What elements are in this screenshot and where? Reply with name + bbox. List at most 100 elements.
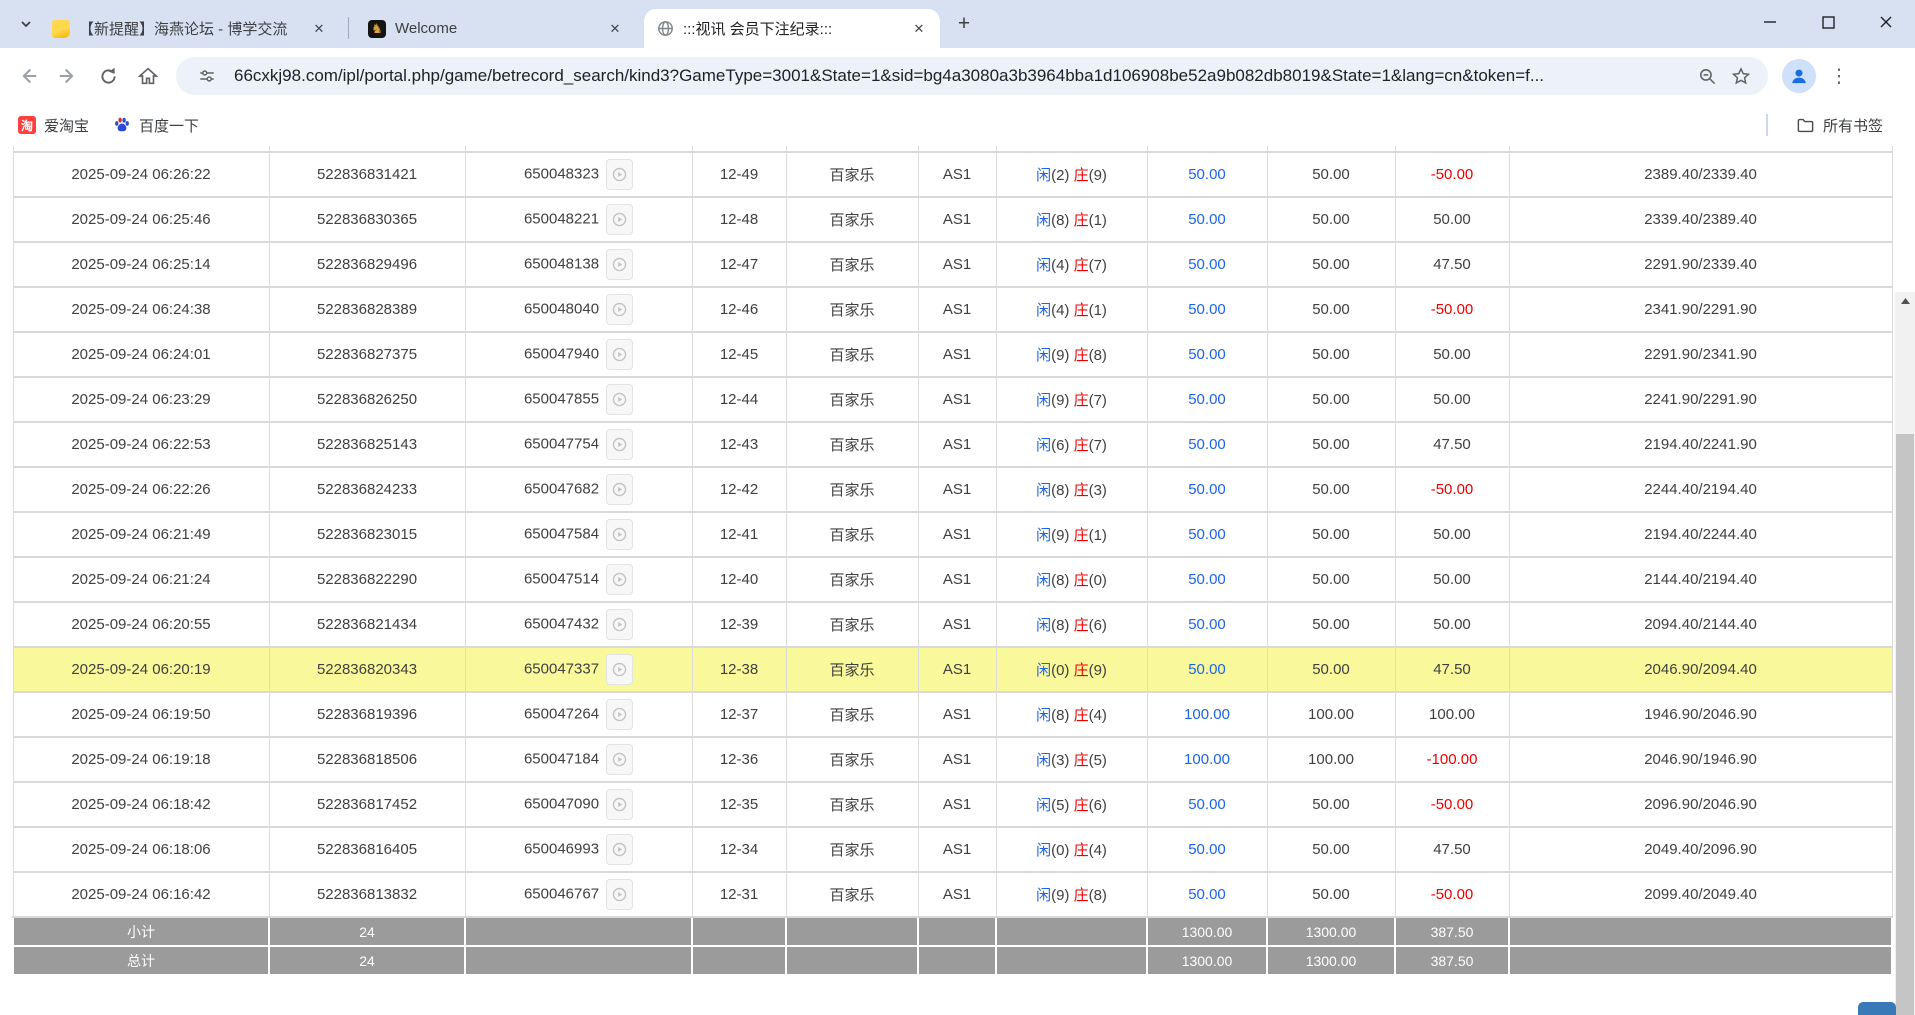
- bet-amount-cell[interactable]: 50.00: [1147, 647, 1267, 692]
- bet-id-cell: 522836827375: [269, 332, 465, 377]
- win-loss-cell: -50.00: [1395, 152, 1509, 197]
- win-loss-cell: 50.00: [1395, 557, 1509, 602]
- round-number-cell: 12-40: [692, 557, 786, 602]
- bookmark-star-icon[interactable]: [1724, 59, 1758, 93]
- game-name-cell: 百家乐: [786, 827, 918, 872]
- bet-time-cell: 2025-09-24 06:21:49: [13, 512, 269, 557]
- bet-amount-cell[interactable]: 50.00: [1147, 242, 1267, 287]
- back-to-top-button[interactable]: [1858, 1002, 1896, 1015]
- bet-id-cell: 522836828389: [269, 287, 465, 332]
- window-maximize-button[interactable]: [1799, 0, 1857, 44]
- valid-amount-cell: 100.00: [1267, 692, 1395, 737]
- scrollbar-thumb[interactable]: [1896, 434, 1914, 1015]
- address-bar[interactable]: 66cxkj98.com/ipl/portal.php/game/betreco…: [176, 57, 1768, 95]
- bet-amount-cell[interactable]: 50.00: [1147, 152, 1267, 197]
- profile-avatar[interactable]: [1782, 59, 1816, 93]
- tab-search-chevron-icon[interactable]: [12, 10, 40, 38]
- bet-amount-cell[interactable]: 50.00: [1147, 377, 1267, 422]
- tab-bet-records-active[interactable]: :::视讯 会员下注纪录::: ✕: [644, 9, 940, 48]
- bet-detail-cell: 闲(3) 庄(5): [996, 737, 1147, 782]
- bet-amount-cell[interactable]: 50.00: [1147, 332, 1267, 377]
- home-icon[interactable]: [128, 56, 168, 96]
- valid-amount-cell: 50.00: [1267, 242, 1395, 287]
- chrome-menu-icon[interactable]: ⋮: [1822, 59, 1856, 93]
- bet-amount-cell[interactable]: 50.00: [1147, 827, 1267, 872]
- round-id-cell: 650048221: [465, 197, 692, 242]
- table-name-cell: AS1: [918, 512, 996, 557]
- balance-cell: 2291.90/2341.90: [1509, 332, 1892, 377]
- window-close-button[interactable]: [1857, 0, 1915, 44]
- bet-amount-cell[interactable]: 50.00: [1147, 872, 1267, 917]
- video-replay-icon[interactable]: [606, 879, 633, 910]
- video-replay-icon[interactable]: [606, 474, 633, 505]
- video-replay-icon[interactable]: [606, 429, 633, 460]
- total-valid-cell: 1300.00: [1267, 917, 1395, 946]
- table-name-cell: AS1: [918, 242, 996, 287]
- url-text[interactable]: 66cxkj98.com/ipl/portal.php/game/betreco…: [234, 66, 1690, 86]
- tab-title: 【新提醒】海燕论坛 - 博学交流: [79, 18, 299, 39]
- bet-detail-cell: 闲(8) 庄(6): [996, 602, 1147, 647]
- bet-amount-cell[interactable]: 50.00: [1147, 512, 1267, 557]
- zoom-level-icon[interactable]: [1690, 59, 1724, 93]
- video-replay-icon[interactable]: [606, 339, 633, 370]
- valid-amount-cell: 50.00: [1267, 512, 1395, 557]
- bet-record-row: 2025-09-24 06:22:53522836825143650047754…: [13, 422, 1892, 467]
- round-id-cell: 650046767: [465, 872, 692, 917]
- bet-amount-cell[interactable]: 50.00: [1147, 197, 1267, 242]
- reload-icon[interactable]: [88, 56, 128, 96]
- bet-time-cell: 2025-09-24 06:21:24: [13, 557, 269, 602]
- bet-amount-cell[interactable]: 50.00: [1147, 557, 1267, 602]
- bet-amount-cell[interactable]: 100.00: [1147, 737, 1267, 782]
- back-icon[interactable]: [8, 56, 48, 96]
- video-replay-icon[interactable]: [606, 519, 633, 550]
- vertical-scrollbar[interactable]: [1895, 292, 1915, 1015]
- video-replay-icon[interactable]: [606, 564, 633, 595]
- video-replay-icon[interactable]: [606, 384, 633, 415]
- window-minimize-button[interactable]: [1741, 0, 1799, 44]
- bookmark-baidu[interactable]: 百度一下: [101, 110, 211, 140]
- tab-welcome[interactable]: ♞ Welcome ✕: [356, 9, 636, 48]
- bet-detail-cell: 闲(8) 庄(1): [996, 197, 1147, 242]
- video-replay-icon[interactable]: [606, 654, 633, 685]
- tab-close-icon[interactable]: ✕: [308, 18, 330, 40]
- forward-icon[interactable]: [48, 56, 88, 96]
- video-replay-icon[interactable]: [606, 834, 633, 865]
- video-replay-icon[interactable]: [606, 609, 633, 640]
- all-bookmarks-button[interactable]: 所有书签: [1784, 110, 1895, 140]
- bet-amount-cell[interactable]: 50.00: [1147, 782, 1267, 827]
- video-replay-icon[interactable]: [606, 204, 633, 235]
- bet-id-cell: 522836816405: [269, 827, 465, 872]
- round-id-cell: 650047940: [465, 332, 692, 377]
- bet-id-cell: 522836820343: [269, 647, 465, 692]
- bet-amount-cell[interactable]: 50.00: [1147, 602, 1267, 647]
- bet-detail-cell: 闲(0) 庄(9): [996, 647, 1147, 692]
- scrollbar-up-arrow-icon[interactable]: [1895, 292, 1915, 310]
- bet-amount-cell[interactable]: 100.00: [1147, 692, 1267, 737]
- bookmark-aitaobao[interactable]: 淘 爱淘宝: [6, 110, 101, 140]
- bet-time-cell: 2025-09-24 06:20:19: [13, 647, 269, 692]
- game-name-cell: 百家乐: [786, 332, 918, 377]
- win-loss-cell: -100.00: [1395, 737, 1509, 782]
- round-id-cell: 650047337: [465, 647, 692, 692]
- video-replay-icon[interactable]: [606, 294, 633, 325]
- bet-amount-cell[interactable]: 50.00: [1147, 422, 1267, 467]
- site-settings-icon[interactable]: [190, 59, 224, 93]
- win-loss-cell: 50.00: [1395, 602, 1509, 647]
- bet-amount-cell[interactable]: 50.00: [1147, 467, 1267, 512]
- bet-time-cell: 2025-09-24 06:20:55: [13, 602, 269, 647]
- valid-amount-cell: 50.00: [1267, 377, 1395, 422]
- video-replay-icon[interactable]: [606, 699, 633, 730]
- tab-close-icon[interactable]: ✕: [604, 18, 626, 40]
- video-replay-icon[interactable]: [606, 789, 633, 820]
- bet-amount-cell[interactable]: 50.00: [1147, 287, 1267, 332]
- tab-close-icon[interactable]: ✕: [908, 18, 930, 40]
- video-replay-icon[interactable]: [606, 159, 633, 190]
- round-id-cell: 650048323: [465, 152, 692, 197]
- video-replay-icon[interactable]: [606, 249, 633, 280]
- win-loss-cell: 50.00: [1395, 512, 1509, 557]
- tab-haiyan-forum[interactable]: 【新提醒】海燕论坛 - 博学交流 ✕: [40, 9, 340, 48]
- video-replay-icon[interactable]: [606, 744, 633, 775]
- tab-title: :::视讯 会员下注纪录:::: [683, 18, 899, 39]
- new-tab-button[interactable]: +: [950, 10, 978, 38]
- table-name-cell: AS1: [918, 827, 996, 872]
